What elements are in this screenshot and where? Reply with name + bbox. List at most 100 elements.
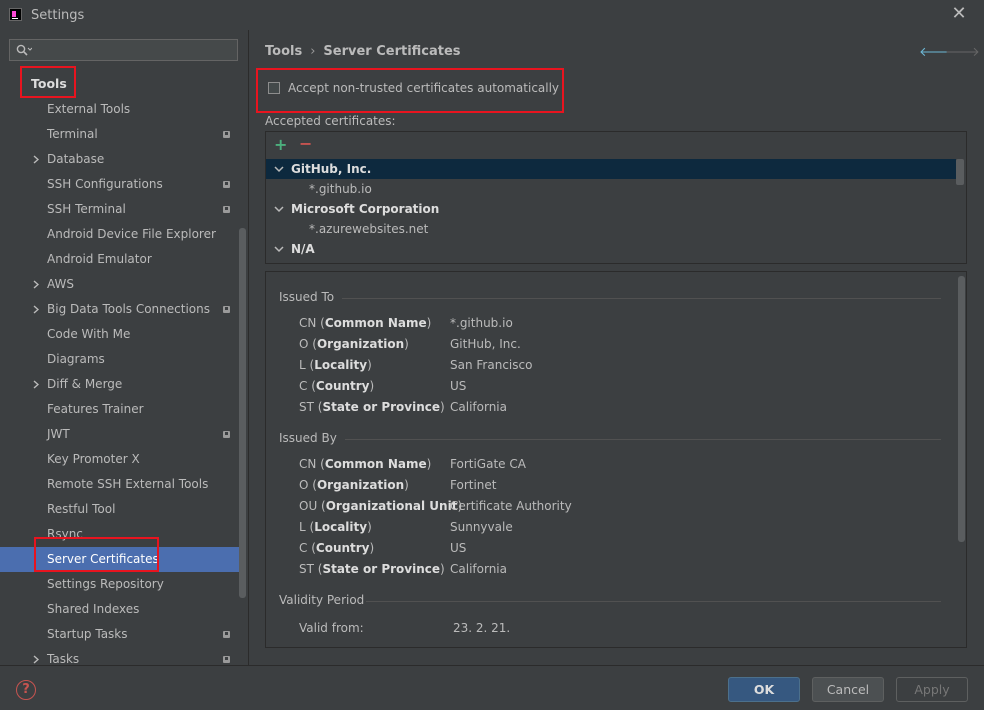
sidebar-item-label: External Tools xyxy=(47,102,131,116)
field-value: FortiGate CA xyxy=(450,457,526,471)
breadcrumb: Tools › Server Certificates xyxy=(265,44,461,59)
chevron-down-icon[interactable] xyxy=(274,206,284,213)
sidebar-item[interactable]: Startup Tasks xyxy=(0,622,248,647)
field-abbr: O xyxy=(299,337,309,351)
field-abbr: ST xyxy=(299,562,314,576)
section-divider xyxy=(342,298,941,299)
sidebar-item-label: Restful Tool xyxy=(47,502,116,516)
chevron-down-icon[interactable] xyxy=(274,246,284,253)
sidebar-item[interactable]: Key Promoter X xyxy=(0,447,248,472)
apply-button[interactable]: Apply xyxy=(896,677,968,702)
certificate-group-row[interactable]: GitHub, Inc. xyxy=(266,159,956,179)
sidebar-item-label: Shared Indexes xyxy=(47,602,140,616)
breadcrumb-parent[interactable]: Tools xyxy=(265,44,302,59)
sidebar-item[interactable]: Server Certificates xyxy=(0,547,240,572)
sidebar-item[interactable]: Database xyxy=(0,147,248,172)
search-input[interactable] xyxy=(40,42,234,60)
sidebar-item[interactable]: Restful Tool xyxy=(0,497,248,522)
list-scrollbar[interactable] xyxy=(956,159,964,185)
sidebar-item[interactable]: Shared Indexes xyxy=(0,597,248,622)
valid-from-label: Valid from: xyxy=(299,621,364,635)
forward-arrow-icon[interactable]: 🡒 xyxy=(945,44,980,60)
field-value: Sunnyvale xyxy=(450,520,513,534)
sidebar-item[interactable]: Code With Me xyxy=(0,322,248,347)
accept-untrusted-option[interactable]: Accept non-trusted certificates automati… xyxy=(268,81,559,95)
sidebar-item-label: Code With Me xyxy=(47,327,131,341)
field-abbr: ST xyxy=(299,400,314,414)
list-toolbar: + − xyxy=(266,132,966,157)
field-label: CN (Common Name) xyxy=(299,316,432,330)
sidebar-item-label: Database xyxy=(47,152,105,166)
sidebar-item-label: Startup Tasks xyxy=(47,627,128,641)
ok-button[interactable]: OK xyxy=(728,677,800,702)
sidebar-item-label: Tasks xyxy=(47,652,80,665)
search-icon xyxy=(16,44,32,56)
sidebar-item[interactable]: SSH Terminal xyxy=(0,197,248,222)
sidebar-item-label: SSH Configurations xyxy=(47,177,163,191)
field-name: Common Name xyxy=(324,457,427,471)
certificate-details: Issued To CN (Common Name) *.github.io O (O… xyxy=(265,271,967,648)
sidebar-item-label: Big Data Tools Connections xyxy=(47,302,210,316)
dialog-footer: ? OK Cancel Apply xyxy=(0,665,984,710)
certificate-row[interactable]: *.github.io xyxy=(266,179,956,199)
sidebar-item-label: Android Device File Explorer xyxy=(47,227,216,241)
field-label: ST (State or Province) xyxy=(299,562,445,576)
sidebar-item[interactable]: Features Trainer xyxy=(0,397,248,422)
sidebar-item[interactable]: Settings Repository xyxy=(0,572,248,597)
sidebar-item[interactable]: Tasks xyxy=(0,647,248,665)
breadcrumb-separator-icon: › xyxy=(310,44,316,59)
field-abbr: CN xyxy=(299,457,317,471)
help-icon[interactable]: ? xyxy=(16,680,36,700)
sidebar-item-label: Rsync xyxy=(47,527,83,541)
sidebar-item[interactable]: Diagrams xyxy=(0,347,248,372)
sidebar-item-label: Settings Repository xyxy=(47,577,164,591)
field-name: Common Name xyxy=(324,316,427,330)
sidebar-item[interactable]: Diff & Merge xyxy=(0,372,248,397)
sidebar-item[interactable]: Remote SSH External Tools xyxy=(0,472,248,497)
sidebar-item-label: AWS xyxy=(47,277,75,291)
project-level-icon xyxy=(223,306,230,313)
add-certificate-button[interactable]: + xyxy=(274,135,287,154)
sidebar-root-tools[interactable]: Tools xyxy=(31,76,67,91)
sidebar-item-label: SSH Terminal xyxy=(47,202,126,216)
section-title: Issued By xyxy=(279,431,337,445)
sidebar-item[interactable]: AWS xyxy=(0,272,248,297)
close-icon[interactable]: ✕ xyxy=(948,4,970,26)
sidebar-item[interactable]: SSH Configurations xyxy=(0,172,248,197)
sidebar-item[interactable]: Android Emulator xyxy=(0,247,248,272)
remove-certificate-button[interactable]: − xyxy=(299,134,312,153)
certificate-row-label: Microsoft Corporation xyxy=(291,202,440,216)
certificate-row-label: N/A xyxy=(291,242,315,256)
field-label: L (Locality) xyxy=(299,358,372,372)
project-level-icon xyxy=(223,631,230,638)
details-scrollbar[interactable] xyxy=(958,276,965,542)
sidebar-item[interactable]: Big Data Tools Connections xyxy=(0,297,248,322)
accept-untrusted-label: Accept non-trusted certificates automati… xyxy=(288,81,560,95)
valid-from-value: 23. 2. 21. xyxy=(453,621,511,635)
settings-search[interactable] xyxy=(9,39,238,61)
certificate-group-row[interactable]: Microsoft Corporation xyxy=(266,199,956,219)
field-value: US xyxy=(450,379,467,393)
project-level-icon xyxy=(223,656,230,663)
sidebar-item[interactable]: Terminal xyxy=(0,122,248,147)
field-name: Country xyxy=(315,541,370,555)
cancel-button[interactable]: Cancel xyxy=(812,677,884,702)
chevron-down-icon[interactable] xyxy=(274,166,284,173)
field-label: OU (Organizational Unit) xyxy=(299,499,463,513)
certificate-row-label: *.github.io xyxy=(309,182,372,196)
sidebar-item-label: Terminal xyxy=(47,127,98,141)
field-abbr: C xyxy=(299,541,308,555)
certificate-row[interactable]: *.azurewebsites.net xyxy=(266,219,956,239)
certificate-group-row[interactable]: N/A xyxy=(266,239,956,259)
sidebar-item[interactable]: JWT xyxy=(0,422,248,447)
section-title: Issued To xyxy=(279,290,335,304)
sidebar-item[interactable]: Rsync xyxy=(0,522,248,547)
sidebar-item[interactable]: External Tools xyxy=(0,97,248,122)
section-title: Validity Period xyxy=(279,593,365,607)
accept-untrusted-checkbox[interactable] xyxy=(268,82,280,94)
sidebar-scrollbar[interactable] xyxy=(239,228,246,598)
breadcrumb-current: Server Certificates xyxy=(323,44,461,59)
sidebar-item[interactable]: Android Device File Explorer xyxy=(0,222,248,247)
field-name: Organization xyxy=(316,478,405,492)
field-label: ST (State or Province) xyxy=(299,400,445,414)
